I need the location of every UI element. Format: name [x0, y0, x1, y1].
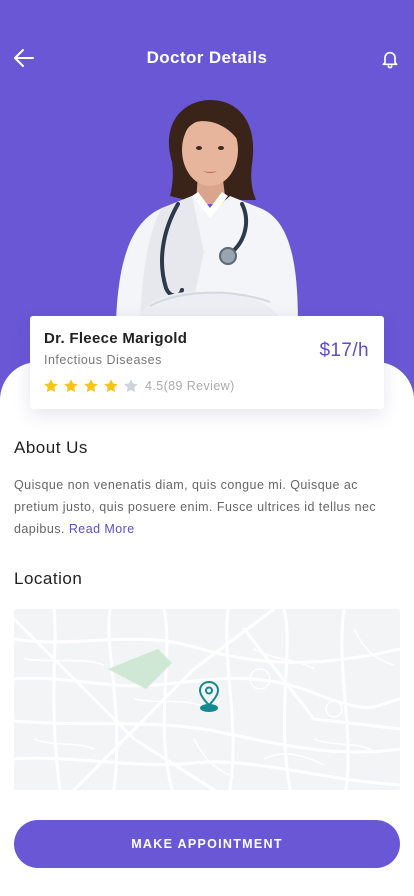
doctor-name: Dr. Fleece Marigold [44, 330, 188, 347]
rating-stars [43, 378, 143, 394]
about-heading: About Us [14, 438, 88, 457]
doctor-specialty: Infectious Diseases [44, 353, 162, 367]
location-heading: Location [14, 569, 83, 588]
location-map[interactable] [14, 609, 400, 790]
star-icon [64, 379, 78, 393]
doctor-photo [116, 100, 298, 324]
rating-row: 4.5(89 Review) [43, 378, 235, 394]
read-more-link[interactable]: Read More [69, 522, 135, 536]
bell-icon [382, 51, 398, 68]
star-icon [44, 379, 58, 393]
page-title: Doctor Details [146, 48, 268, 67]
doctor-price: $17/h [319, 340, 369, 361]
about-text: Quisque non venenatis diam, quis congue … [14, 474, 400, 540]
star-icon [84, 379, 98, 393]
make-appointment-button[interactable]: MAKE APPOINTMENT [14, 820, 400, 868]
star-icon [104, 379, 118, 393]
map-pin-icon [198, 680, 220, 712]
top-bar: Doctor Details [0, 38, 414, 78]
notifications-button[interactable] [376, 44, 404, 72]
star-icon [124, 379, 138, 393]
rating-text: 4.5(89 Review) [145, 379, 235, 393]
doctor-info-card: Dr. Fleece Marigold Infectious Diseases … [30, 316, 384, 409]
